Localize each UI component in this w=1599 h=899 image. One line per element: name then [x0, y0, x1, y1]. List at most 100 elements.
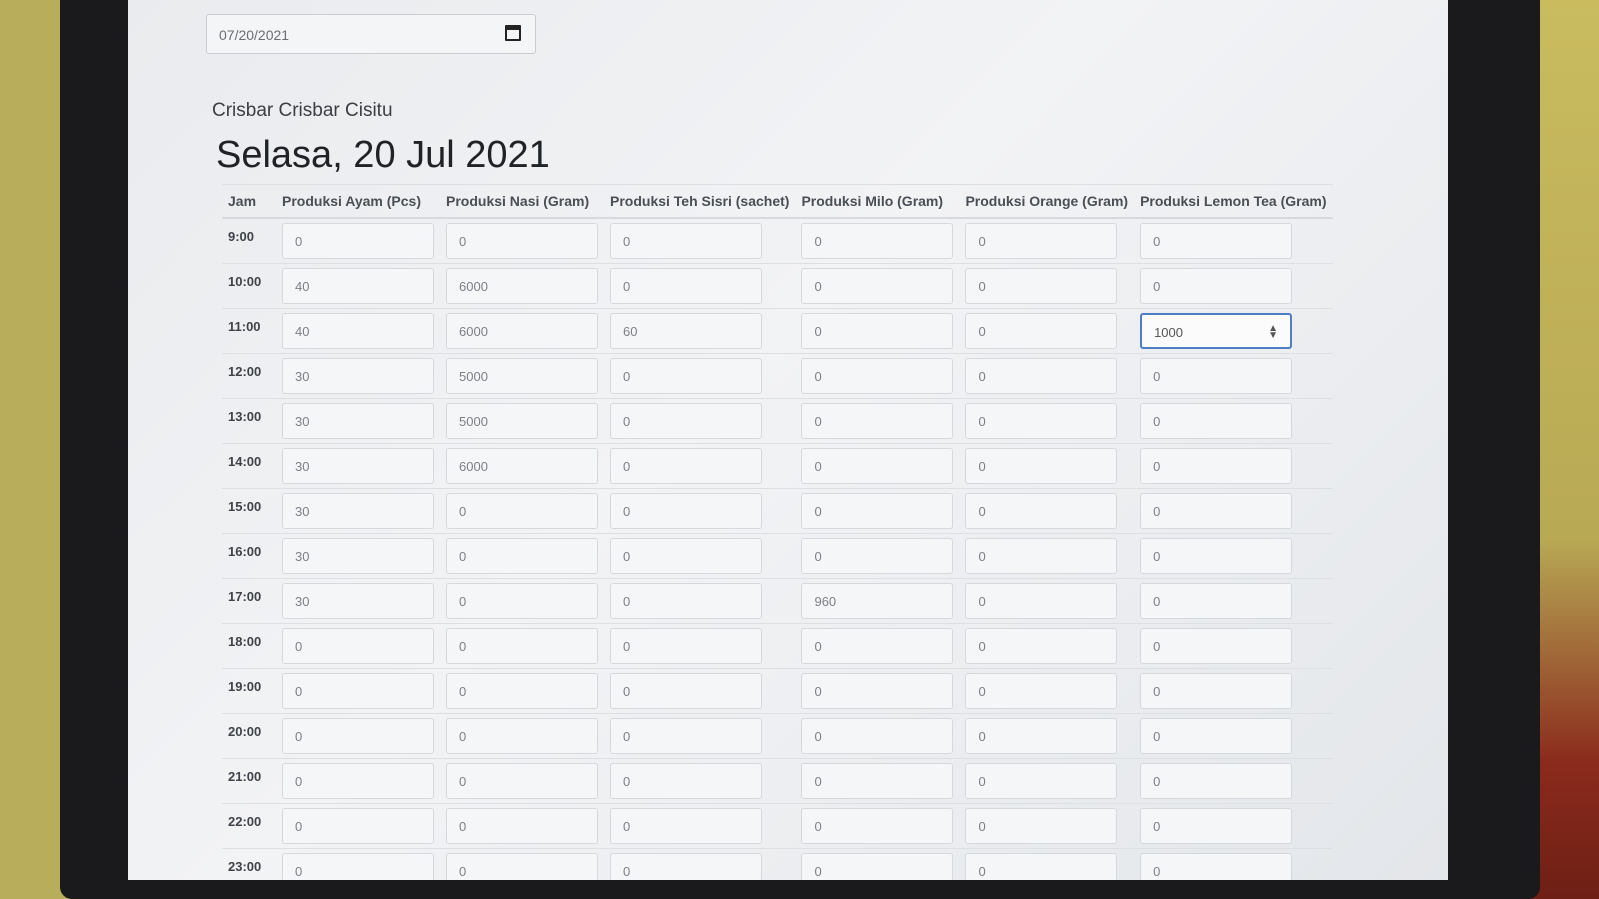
ayam-input[interactable]: 0	[282, 673, 434, 709]
nasi-input[interactable]: 5000	[446, 358, 598, 394]
ayam-input[interactable]: 30	[282, 448, 434, 484]
orange-input-value: 0	[978, 639, 986, 654]
lemon-tea-input[interactable]: 0	[1140, 538, 1293, 574]
orange-input[interactable]: 0	[965, 808, 1118, 844]
milo-input[interactable]: 0	[801, 358, 954, 394]
milo-input[interactable]: 0	[801, 808, 954, 844]
orange-input[interactable]: 0	[965, 223, 1118, 259]
nasi-input-value: 0	[459, 549, 467, 564]
teh-sisri-input[interactable]: 0	[610, 853, 762, 880]
ayam-input[interactable]: 30	[282, 493, 434, 529]
ayam-input[interactable]: 40	[282, 268, 434, 304]
teh-sisri-input[interactable]: 0	[610, 763, 762, 799]
table-cell: 0	[276, 758, 440, 804]
ayam-input[interactable]: 30	[282, 538, 434, 574]
ayam-input[interactable]: 30	[282, 583, 434, 619]
nasi-input[interactable]: 0	[446, 718, 598, 754]
table-cell: 0	[276, 623, 440, 669]
nasi-input[interactable]: 6000	[446, 313, 598, 349]
teh-sisri-input[interactable]: 0	[610, 493, 762, 529]
ayam-input[interactable]: 0	[282, 628, 434, 664]
orange-input[interactable]: 0	[965, 628, 1118, 664]
lemon-tea-input[interactable]: 0	[1140, 808, 1293, 844]
lemon-tea-input[interactable]: 0	[1140, 403, 1293, 439]
orange-input[interactable]: 0	[965, 493, 1118, 529]
milo-input[interactable]: 0	[801, 718, 954, 754]
date-input[interactable]: 07/20/2021	[206, 14, 536, 54]
ayam-input[interactable]: 0	[282, 223, 434, 259]
milo-input[interactable]: 0	[801, 538, 954, 574]
orange-input[interactable]: 0	[965, 718, 1118, 754]
ayam-input[interactable]: 0	[282, 853, 434, 880]
ayam-input[interactable]: 0	[282, 808, 434, 844]
nasi-input[interactable]: 6000	[446, 268, 598, 304]
nasi-input[interactable]: 0	[446, 808, 598, 844]
nasi-input[interactable]: 0	[446, 223, 598, 259]
teh-sisri-input[interactable]: 0	[610, 538, 762, 574]
nasi-input[interactable]: 6000	[446, 448, 598, 484]
orange-input-value: 0	[978, 549, 986, 564]
ayam-input[interactable]: 0	[282, 763, 434, 799]
teh-sisri-input[interactable]: 0	[610, 403, 762, 439]
milo-input[interactable]: 0	[801, 268, 954, 304]
lemon-tea-input[interactable]: 0	[1140, 673, 1293, 709]
milo-input[interactable]: 0	[801, 493, 954, 529]
orange-input-value: 0	[978, 594, 986, 609]
orange-input[interactable]: 0	[965, 538, 1118, 574]
lemon-tea-input[interactable]: 0	[1140, 493, 1293, 529]
lemon-tea-input[interactable]: 0	[1140, 763, 1293, 799]
spinner-icon[interactable]: ▲ ▼	[1268, 324, 1278, 341]
lemon-tea-input[interactable]: 0	[1140, 448, 1293, 484]
nasi-input-value: 0	[459, 864, 467, 879]
nasi-input[interactable]: 0	[446, 628, 598, 664]
orange-input[interactable]: 0	[965, 763, 1118, 799]
teh-sisri-input[interactable]: 0	[610, 268, 762, 304]
lemon-tea-input[interactable]: 0	[1140, 853, 1293, 880]
nasi-input[interactable]: 0	[446, 493, 598, 529]
orange-input[interactable]: 0	[965, 358, 1118, 394]
orange-input[interactable]: 0	[965, 853, 1118, 880]
lemon-tea-input[interactable]: 0	[1140, 718, 1293, 754]
nasi-input[interactable]: 0	[446, 673, 598, 709]
milo-input[interactable]: 0	[801, 448, 954, 484]
teh-sisri-input[interactable]: 0	[610, 808, 762, 844]
teh-sisri-input[interactable]: 0	[610, 223, 762, 259]
milo-input[interactable]: 0	[801, 853, 954, 880]
orange-input[interactable]: 0	[965, 673, 1118, 709]
ayam-input[interactable]: 40	[282, 313, 434, 349]
lemon-tea-input[interactable]: 0	[1140, 628, 1293, 664]
milo-input[interactable]: 0	[801, 673, 954, 709]
lemon-tea-input[interactable]: 0	[1140, 583, 1293, 619]
lemon-tea-input[interactable]: 1000 ▲ ▼	[1140, 313, 1293, 349]
teh-sisri-input[interactable]: 0	[610, 718, 762, 754]
ayam-input[interactable]: 30	[282, 403, 434, 439]
lemon-tea-input[interactable]: 0	[1140, 223, 1293, 259]
teh-sisri-input[interactable]: 60	[610, 313, 762, 349]
teh-sisri-input[interactable]: 0	[610, 628, 762, 664]
orange-input[interactable]: 0	[965, 268, 1118, 304]
milo-input[interactable]: 0	[801, 313, 954, 349]
milo-input[interactable]: 0	[801, 763, 954, 799]
ayam-input[interactable]: 30	[282, 358, 434, 394]
calendar-icon[interactable]	[505, 25, 521, 41]
nasi-input[interactable]: 0	[446, 763, 598, 799]
orange-input[interactable]: 0	[965, 583, 1118, 619]
nasi-input[interactable]: 0	[446, 538, 598, 574]
teh-sisri-input[interactable]: 0	[610, 583, 762, 619]
nasi-input[interactable]: 5000	[446, 403, 598, 439]
nasi-input[interactable]: 0	[446, 853, 598, 880]
teh-sisri-input[interactable]: 0	[610, 448, 762, 484]
milo-input[interactable]: 960	[801, 583, 954, 619]
milo-input[interactable]: 0	[801, 403, 954, 439]
teh-sisri-input[interactable]: 0	[610, 673, 762, 709]
orange-input[interactable]: 0	[965, 403, 1118, 439]
ayam-input[interactable]: 0	[282, 718, 434, 754]
nasi-input[interactable]: 0	[446, 583, 598, 619]
orange-input[interactable]: 0	[965, 448, 1118, 484]
lemon-tea-input[interactable]: 0	[1140, 268, 1293, 304]
lemon-tea-input[interactable]: 0	[1140, 358, 1293, 394]
milo-input[interactable]: 0	[801, 223, 954, 259]
milo-input[interactable]: 0	[801, 628, 954, 664]
teh-sisri-input[interactable]: 0	[610, 358, 762, 394]
orange-input[interactable]: 0	[965, 313, 1118, 349]
